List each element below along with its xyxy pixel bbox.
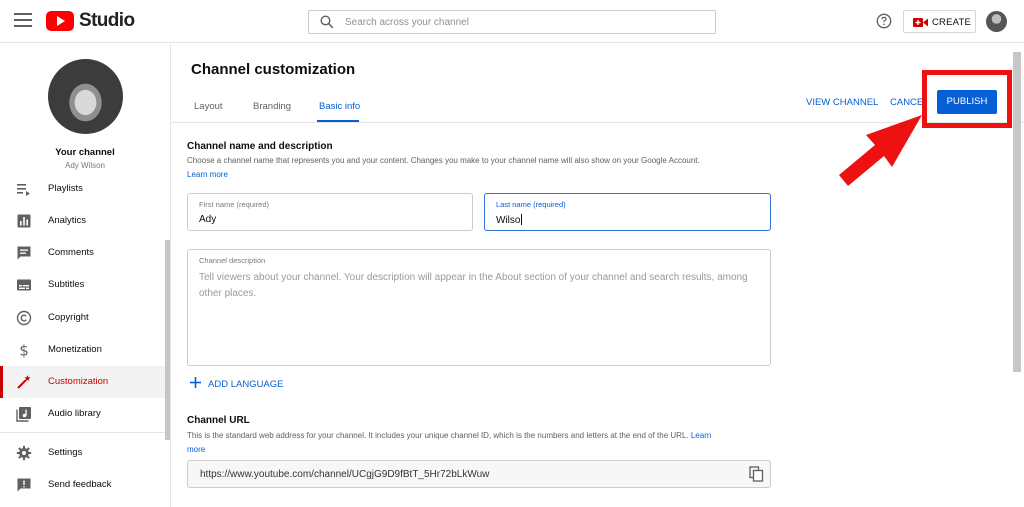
channel-name-help: Choose a channel name that represents yo… bbox=[187, 154, 777, 182]
channel-url-help-text: This is the standard web address for you… bbox=[187, 431, 689, 440]
sidebar-scrollbar[interactable] bbox=[165, 240, 170, 440]
sidebar-item-copyright[interactable]: Copyright bbox=[0, 302, 170, 334]
top-bar: Studio CREATE bbox=[0, 0, 1024, 43]
main-scrollbar[interactable] bbox=[1013, 52, 1021, 372]
subtitles-icon bbox=[17, 279, 31, 291]
audio-library-icon bbox=[16, 407, 31, 422]
dollar-icon: $ bbox=[19, 342, 29, 358]
text-caret bbox=[521, 214, 523, 225]
view-channel-link[interactable]: VIEW CHANNEL bbox=[806, 97, 878, 108]
channel-url-field[interactable]: https://www.youtube.com/channel/UCgjG9D9… bbox=[187, 460, 771, 488]
sidebar-item-playlists[interactable]: Playlists bbox=[0, 173, 170, 205]
sidebar-divider bbox=[0, 432, 170, 433]
account-avatar[interactable] bbox=[986, 11, 1007, 32]
annotation-arrow-icon bbox=[839, 115, 922, 186]
url-learn-link[interactable]: Learn bbox=[691, 431, 711, 440]
first-name-value: Ady bbox=[199, 214, 217, 225]
tab-basic-info[interactable]: Basic info bbox=[319, 101, 360, 112]
channel-title: Your channel bbox=[55, 147, 115, 158]
sidebar-item-label: Send feedback bbox=[48, 479, 112, 490]
channel-url-value: https://www.youtube.com/channel/UCgjG9D9… bbox=[200, 469, 490, 480]
tab-layout[interactable]: Layout bbox=[194, 101, 223, 112]
analytics-icon bbox=[17, 214, 31, 228]
sidebar-item-analytics[interactable]: Analytics bbox=[0, 205, 170, 237]
search-box[interactable] bbox=[308, 10, 716, 34]
channel-description-placeholder: Tell viewers about your channel. Your de… bbox=[199, 272, 748, 299]
last-name-text: Wilso bbox=[496, 215, 521, 226]
playlist-icon bbox=[17, 184, 30, 196]
sidebar-item-settings[interactable]: Settings bbox=[0, 437, 170, 469]
channel-name-help-text: Choose a channel name that represents yo… bbox=[187, 156, 700, 165]
sidebar-item-label: Customization bbox=[48, 376, 109, 387]
studio-logo-text[interactable]: Studio bbox=[79, 10, 135, 32]
sidebar: Your channel Ady Wilson Playlists Analyt… bbox=[0, 44, 171, 507]
sidebar-item-label: Subtitles bbox=[48, 279, 85, 290]
hamburger-menu-icon[interactable] bbox=[14, 13, 32, 27]
sidebar-item-comments[interactable]: Comments bbox=[0, 237, 170, 269]
channel-url-help: This is the standard web address for you… bbox=[187, 429, 783, 457]
sidebar-item-label: Audio library bbox=[48, 408, 101, 419]
sidebar-item-label: Playlists bbox=[48, 183, 83, 194]
sidebar-item-monetization[interactable]: $ Monetization bbox=[0, 334, 170, 366]
feedback-icon bbox=[17, 478, 31, 492]
channel-owner-name: Ady Wilson bbox=[64, 161, 105, 170]
sidebar-item-label: Settings bbox=[48, 447, 83, 458]
last-name-label: Last name (required) bbox=[496, 200, 566, 209]
page-title: Channel customization bbox=[191, 61, 356, 78]
last-name-field[interactable]: Last name (required) Wilso bbox=[484, 193, 771, 231]
sidebar-item-customization[interactable]: Customization bbox=[0, 366, 170, 398]
channel-description-label: Channel description bbox=[199, 256, 266, 265]
sidebar-item-label: Copyright bbox=[48, 312, 89, 323]
add-language-label: ADD LANGUAGE bbox=[208, 379, 284, 390]
copyright-icon bbox=[16, 310, 32, 326]
magic-wand-icon bbox=[17, 375, 31, 389]
sidebar-item-label: Analytics bbox=[48, 215, 87, 226]
sidebar-item-audio-library[interactable]: Audio library bbox=[0, 398, 170, 430]
learn-more-link[interactable]: Learn more bbox=[187, 170, 228, 179]
tab-branding[interactable]: Branding bbox=[253, 101, 291, 112]
channel-description-field[interactable]: Channel description Tell viewers about y… bbox=[187, 249, 771, 366]
last-name-value: Wilso bbox=[496, 214, 523, 226]
search-input[interactable] bbox=[345, 14, 705, 30]
create-video-icon bbox=[913, 18, 928, 27]
studio-window: Studio CREATE Your channel bbox=[0, 0, 1024, 507]
channel-url-title: Channel URL bbox=[187, 415, 250, 426]
search-icon bbox=[320, 15, 334, 29]
sidebar-item-label: Comments bbox=[48, 247, 94, 258]
annotation-highlight-box bbox=[922, 70, 1012, 128]
gear-icon bbox=[16, 445, 32, 461]
sidebar-item-send-feedback[interactable]: Send feedback bbox=[0, 469, 170, 501]
url-more-link[interactable]: more bbox=[187, 445, 205, 454]
help-icon[interactable] bbox=[876, 13, 892, 29]
add-language-button[interactable]: ADD LANGUAGE bbox=[189, 376, 284, 394]
channel-avatar[interactable] bbox=[48, 59, 123, 134]
cancel-button[interactable]: CANCEL bbox=[890, 97, 922, 108]
first-name-label: First name (required) bbox=[199, 200, 270, 209]
sidebar-item-subtitles[interactable]: Subtitles bbox=[0, 269, 170, 301]
channel-name-section-title: Channel name and description bbox=[187, 141, 333, 152]
create-button-label: CREATE bbox=[932, 17, 972, 28]
create-button[interactable]: CREATE bbox=[903, 10, 976, 33]
plus-icon bbox=[190, 377, 201, 388]
youtube-logo-icon[interactable] bbox=[46, 11, 74, 31]
svg-text:$: $ bbox=[19, 342, 29, 358]
first-name-field[interactable]: First name (required) Ady bbox=[187, 193, 473, 231]
sidebar-item-label: Monetization bbox=[48, 344, 102, 355]
comments-icon bbox=[17, 246, 31, 260]
copy-icon[interactable] bbox=[749, 466, 764, 482]
